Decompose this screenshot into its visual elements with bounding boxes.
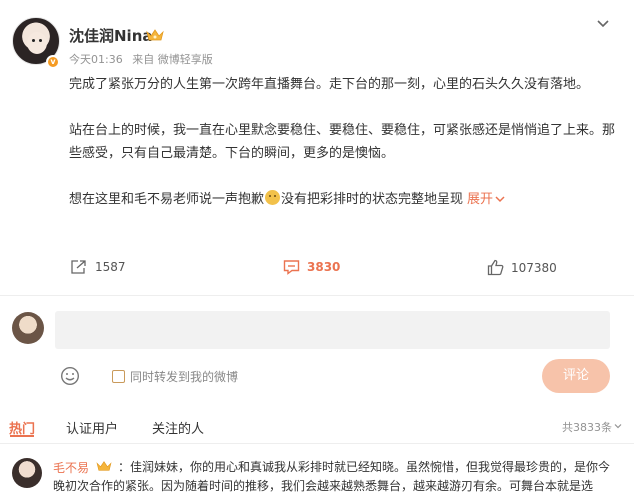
post-paragraph: 完成了紧张万分的人生第一次跨年直播舞台。走下台的那一刻，心里的石头久久没有落地。 [69,77,590,92]
submit-comment-button[interactable]: 评论 [542,359,610,393]
sad-emoji-icon [265,190,281,205]
repost-button[interactable]: 1587 [70,259,126,275]
repost-count: 1587 [95,260,126,274]
like-count: 107380 [511,260,557,275]
post-paragraph: 想在这里和毛不易老师说一声抱歉 没有把彩排时的状态完整地呈现 展开 [69,188,617,211]
verified-icon: v [46,55,60,69]
active-tab-indicator [10,435,34,437]
my-avatar [12,312,44,344]
post-time[interactable]: 今天01:36 [69,53,123,66]
repost-option-label: 同时转发到我的微博 [130,370,239,384]
post-text: 想在这里和毛不易老师说一声抱歉 [69,192,265,207]
comment-text: ：佳润妹妹，你的用心和真诚我从彩排时就已经知晓。虽然惋惜，但我觉得最珍贵的，是你… [53,460,611,492]
post-content: 完成了紧张万分的人生第一次跨年直播舞台。走下台的那一刻，心里的石头久久没有落地。… [69,73,617,211]
commenter-name[interactable]: 毛不易 [53,459,89,476]
post-text: 没有把彩排时的状态完整地呈现 [281,192,464,207]
repost-option[interactable]: 同时转发到我的微博 [112,368,238,385]
tab-verified-users[interactable]: 认证用户 [66,418,118,437]
repost-checkbox[interactable] [112,370,125,383]
expand-label: 展开 [467,192,494,207]
chevron-down-icon[interactable] [594,14,612,32]
chevron-down-icon[interactable] [614,422,622,430]
divider [0,443,634,444]
expand-link[interactable]: 展开 [467,192,505,207]
commenter-avatar[interactable] [12,458,42,488]
emoji-icon[interactable] [60,366,80,386]
comment-button[interactable]: 3830 [283,259,340,275]
divider [0,295,634,296]
post-paragraph: 站在台上的时候，我一直在心里默念要稳住、要稳住、要稳住，可紧张感还是悄悄追了上来… [69,123,616,161]
comment-count: 3830 [307,260,341,274]
username[interactable]: 沈佳润Nina [69,25,153,46]
avatar-eye [39,39,42,42]
avatar-face [27,32,47,54]
post-meta: 今天01:36 来自 微博轻享版 [69,51,219,67]
vip-crown-icon [96,461,112,471]
chevron-down-icon [495,196,505,203]
tab-following[interactable]: 关注的人 [152,418,204,437]
post-source: 来自 微博轻享版 [132,53,213,66]
action-bar: 1587 3830 107380 [0,255,634,281]
comment-total[interactable]: 共3833条 [562,419,612,435]
comment-icon [283,260,300,275]
comment-tabs: 热门 认证用户 关注的人 共3833条 [0,416,634,437]
vip-crown-icon [146,29,164,41]
like-button[interactable]: 107380 [487,259,557,276]
comment-input[interactable] [55,311,610,349]
repost-icon [71,260,86,274]
like-icon [487,259,504,276]
avatar-eye [32,39,35,42]
